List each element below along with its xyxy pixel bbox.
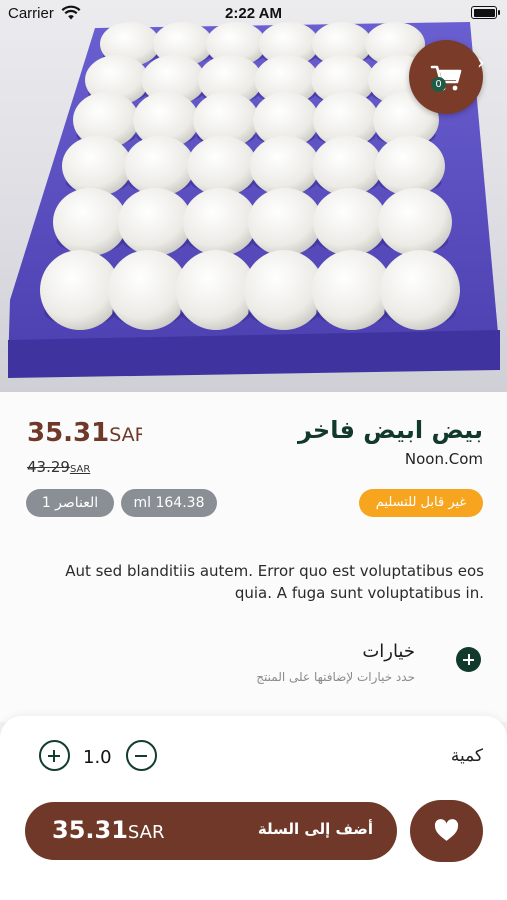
add-to-cart-price: 35.31SAR: [52, 816, 165, 844]
heart-icon: [434, 819, 459, 841]
old-price: 43.29SAR: [27, 458, 90, 476]
current-price-currency: SAR: [109, 424, 142, 446]
egg: [375, 136, 445, 196]
add-to-cart-label: أضف إلى السلة: [257, 820, 373, 838]
add-to-cart-button[interactable]: أضف إلى السلة 35.31SAR: [25, 802, 397, 860]
add-options-button[interactable]: [456, 647, 481, 672]
cart-count-badge: 0: [431, 77, 446, 92]
product-info: بيض ابيض فاخر Noon.Com 35.31SAR 43.29SAR…: [0, 392, 507, 722]
egg: [249, 136, 320, 196]
item-count-chip: 1 العناصر: [26, 489, 114, 517]
seller-name: Noon.Com: [404, 450, 483, 468]
chevron-right-icon: ›: [477, 50, 485, 74]
options-subtitle: حدد خيارات لإضافتها على المنتج: [256, 670, 415, 684]
battery-icon: [471, 6, 500, 19]
cart-button[interactable]: 0: [409, 40, 483, 114]
egg: [124, 136, 195, 196]
add-to-cart-currency: SAR: [127, 822, 165, 843]
old-price-currency: SAR: [69, 464, 91, 475]
current-price: 35.31SAR: [27, 418, 142, 448]
options-title: خيارات: [362, 641, 415, 662]
quantity-increase-button[interactable]: [39, 740, 70, 771]
weight-chip: ml 164.38: [121, 489, 217, 517]
egg: [118, 188, 192, 256]
egg: [313, 188, 387, 256]
quantity-label: كمية: [450, 746, 483, 766]
egg: [378, 188, 452, 256]
current-price-value: 35.31: [27, 418, 110, 448]
add-to-cart-price-value: 35.31: [52, 816, 128, 844]
quantity-decrease-button[interactable]: [126, 740, 157, 771]
favorite-button[interactable]: [410, 800, 483, 862]
egg: [183, 188, 257, 256]
product-title: بيض ابيض فاخر: [298, 416, 483, 444]
egg: [187, 136, 258, 196]
clock: 2:22 AM: [225, 5, 282, 22]
delivery-status-badge: غير قابل للتسليم: [359, 489, 483, 517]
purchase-panel: كمية 1.0 أضف إلى السلة 35.31SAR: [0, 716, 507, 900]
egg: [62, 136, 132, 196]
egg: [53, 188, 127, 256]
status-bar: Carrier 2:22 AM: [0, 0, 507, 28]
egg: [380, 250, 460, 330]
quantity-value: 1.0: [83, 747, 112, 768]
product-description: Aut sed blanditiis autem. Error quo est …: [65, 562, 484, 602]
egg: [312, 136, 383, 196]
old-price-value: 43.29: [27, 458, 70, 476]
egg: [248, 188, 322, 256]
